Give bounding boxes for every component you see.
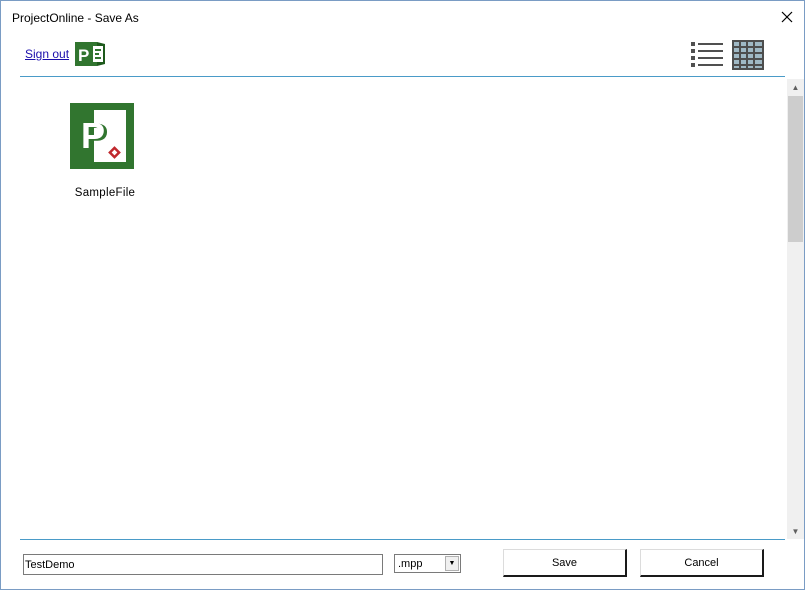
vertical-scrollbar[interactable]: ▲ ▼: [787, 79, 804, 539]
cancel-button[interactable]: Cancel: [640, 549, 764, 577]
filename-input[interactable]: [23, 554, 383, 575]
close-icon: [781, 11, 793, 23]
grid-view-icon: [732, 40, 764, 70]
close-button[interactable]: [774, 5, 800, 29]
chevron-down-icon[interactable]: ▼: [445, 556, 459, 571]
sign-out-link[interactable]: Sign out: [25, 47, 69, 61]
grid-view-button[interactable]: [732, 40, 764, 70]
svg-text:P: P: [81, 115, 105, 156]
scroll-up-button[interactable]: ▲: [787, 79, 804, 95]
footer-divider: [20, 539, 785, 540]
list-view-icon: [691, 42, 723, 67]
project-file-icon: P P: [70, 103, 134, 169]
dialog-footer: .mpp ▼ Save Cancel: [1, 541, 804, 589]
header-divider: [20, 76, 785, 77]
extension-selected: .mpp: [398, 558, 423, 570]
scroll-down-button[interactable]: ▼: [787, 523, 804, 539]
chevron-up-icon: ▲: [791, 82, 800, 92]
file-name: SampleFile: [74, 187, 136, 199]
save-as-dialog: ProjectOnline - Save As Sign out P P P S…: [0, 0, 805, 590]
window-title: ProjectOnline - Save As: [12, 11, 139, 25]
save-button[interactable]: Save: [503, 549, 627, 577]
scroll-thumb[interactable]: [788, 96, 803, 242]
list-view-button[interactable]: [691, 41, 723, 69]
file-browser: P P SampleFile: [20, 79, 787, 537]
file-item[interactable]: P P SampleFile: [70, 103, 140, 203]
svg-text:P: P: [78, 46, 89, 65]
dialog-header: Sign out P: [1, 35, 804, 77]
chevron-down-icon: ▼: [791, 526, 800, 536]
extension-select[interactable]: .mpp ▼: [394, 554, 461, 573]
project-logo-icon: P: [75, 40, 105, 68]
title-bar: ProjectOnline - Save As: [1, 1, 804, 35]
